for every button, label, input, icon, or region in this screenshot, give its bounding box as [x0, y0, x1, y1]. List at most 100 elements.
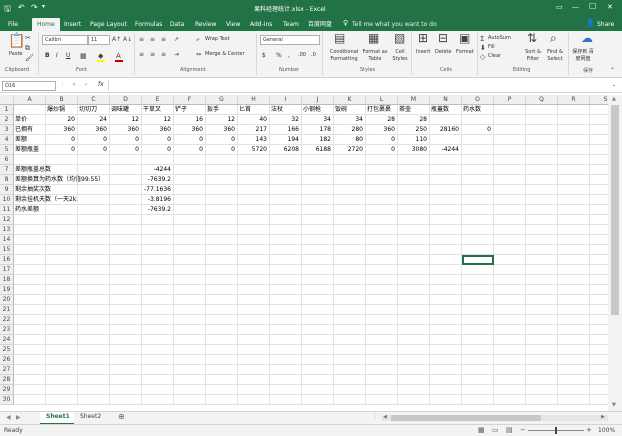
- cell-D21[interactable]: [110, 305, 142, 315]
- cell-Q17[interactable]: [526, 265, 558, 275]
- column-header-g[interactable]: G: [206, 95, 238, 105]
- cell-Q16[interactable]: [526, 255, 558, 265]
- cell-D11[interactable]: [110, 205, 142, 215]
- cell-P21[interactable]: [494, 305, 526, 315]
- cell-J28[interactable]: [302, 375, 334, 385]
- underline-button[interactable]: U: [66, 52, 70, 59]
- more-options-icon[interactable]: ⋮: [60, 82, 65, 88]
- cell-E20[interactable]: [142, 295, 174, 305]
- tab-page-layout[interactable]: Page Layout: [90, 18, 127, 31]
- cell-Q30[interactable]: [526, 395, 558, 405]
- collapse-ribbon-icon[interactable]: ⌃: [610, 66, 615, 76]
- row-header-4[interactable]: 4: [0, 135, 14, 145]
- cell-E5[interactable]: 0: [142, 145, 174, 155]
- cell-O17[interactable]: [462, 265, 494, 275]
- share-button[interactable]: Share: [597, 18, 614, 31]
- cell-A4[interactable]: 差额: [14, 135, 46, 145]
- row-header-18[interactable]: 18: [0, 275, 14, 285]
- cell-K19[interactable]: [334, 285, 366, 295]
- cell-B5[interactable]: 0: [46, 145, 78, 155]
- cell-G2[interactable]: 12: [206, 115, 238, 125]
- cell-J4[interactable]: 182: [302, 135, 334, 145]
- comma-button[interactable]: ,: [288, 52, 290, 59]
- cell-R18[interactable]: [558, 275, 590, 285]
- column-header-r[interactable]: R: [558, 95, 590, 105]
- cell-H28[interactable]: [238, 375, 270, 385]
- format-cells-button[interactable]: Format: [456, 49, 474, 55]
- cell-N2[interactable]: [430, 115, 462, 125]
- cell-S8[interactable]: [590, 175, 608, 185]
- align-top-icon[interactable]: ≡: [139, 35, 144, 45]
- ribbon-display-options-icon[interactable]: ▭: [556, 3, 563, 11]
- cell-E9[interactable]: -77.1636: [142, 185, 174, 195]
- cell-E4[interactable]: 0: [142, 135, 174, 145]
- cell-N25[interactable]: [430, 345, 462, 355]
- cell-L21[interactable]: [366, 305, 398, 315]
- cell-D5[interactable]: 0: [110, 145, 142, 155]
- cell-G29[interactable]: [206, 385, 238, 395]
- cell-G22[interactable]: [206, 315, 238, 325]
- cell-O27[interactable]: [462, 365, 494, 375]
- cell-J13[interactable]: [302, 225, 334, 235]
- cell-N19[interactable]: [430, 285, 462, 295]
- cell-I5[interactable]: 6208: [270, 145, 302, 155]
- scroll-sheets-right-icon[interactable]: ▶: [16, 414, 21, 421]
- cell-E25[interactable]: [142, 345, 174, 355]
- cell-F21[interactable]: [174, 305, 206, 315]
- cell-B21[interactable]: [46, 305, 78, 315]
- cell-S6[interactable]: [590, 155, 608, 165]
- cell-G6[interactable]: [206, 155, 238, 165]
- row-header-11[interactable]: 11: [0, 205, 14, 215]
- cell-R7[interactable]: [558, 165, 590, 175]
- cell-K16[interactable]: [334, 255, 366, 265]
- cell-K18[interactable]: [334, 275, 366, 285]
- cell-G4[interactable]: 0: [206, 135, 238, 145]
- cell-B6[interactable]: [46, 155, 78, 165]
- cell-D12[interactable]: [110, 215, 142, 225]
- cell-C11[interactable]: [78, 205, 110, 215]
- cell-C6[interactable]: [78, 155, 110, 165]
- cell-G28[interactable]: [206, 375, 238, 385]
- cell-J9[interactable]: [302, 185, 334, 195]
- cell-Q7[interactable]: [526, 165, 558, 175]
- cell-F2[interactable]: 16: [174, 115, 206, 125]
- cell-M27[interactable]: [398, 365, 430, 375]
- cell-H10[interactable]: [238, 195, 270, 205]
- cell-L1[interactable]: 打包裹裹: [366, 105, 398, 115]
- maximize-button[interactable]: ☐: [589, 2, 596, 11]
- borders-icon[interactable]: ▦: [80, 51, 87, 61]
- cell-L14[interactable]: [366, 235, 398, 245]
- row-header-24[interactable]: 24: [0, 335, 14, 345]
- cell-E1[interactable]: 干草叉: [142, 105, 174, 115]
- cell-B7[interactable]: [46, 165, 78, 175]
- cell-H11[interactable]: [238, 205, 270, 215]
- expand-formula-bar-icon[interactable]: ⌄: [612, 82, 616, 88]
- column-header-l[interactable]: L: [366, 95, 398, 105]
- cell-C23[interactable]: [78, 325, 110, 335]
- cell-C8[interactable]: [78, 175, 110, 185]
- cell-B18[interactable]: [46, 275, 78, 285]
- cell-N18[interactable]: [430, 275, 462, 285]
- cell-J26[interactable]: [302, 355, 334, 365]
- cell-J16[interactable]: [302, 255, 334, 265]
- cell-G30[interactable]: [206, 395, 238, 405]
- cell-I28[interactable]: [270, 375, 302, 385]
- cell-J2[interactable]: 34: [302, 115, 334, 125]
- cell-H20[interactable]: [238, 295, 270, 305]
- font-size-select[interactable]: 11: [88, 35, 110, 45]
- cell-M7[interactable]: [398, 165, 430, 175]
- cell-R25[interactable]: [558, 345, 590, 355]
- cell-P28[interactable]: [494, 375, 526, 385]
- cell-K20[interactable]: [334, 295, 366, 305]
- cell-N14[interactable]: [430, 235, 462, 245]
- cell-N22[interactable]: [430, 315, 462, 325]
- column-header-c[interactable]: C: [78, 95, 110, 105]
- cell-J18[interactable]: [302, 275, 334, 285]
- cell-K14[interactable]: [334, 235, 366, 245]
- cell-B11[interactable]: [46, 205, 78, 215]
- cell-F25[interactable]: [174, 345, 206, 355]
- cell-M4[interactable]: 110: [398, 135, 430, 145]
- zoom-slider-thumb[interactable]: [555, 427, 557, 434]
- increase-decimal-button[interactable]: .00: [298, 52, 306, 58]
- cell-N15[interactable]: [430, 245, 462, 255]
